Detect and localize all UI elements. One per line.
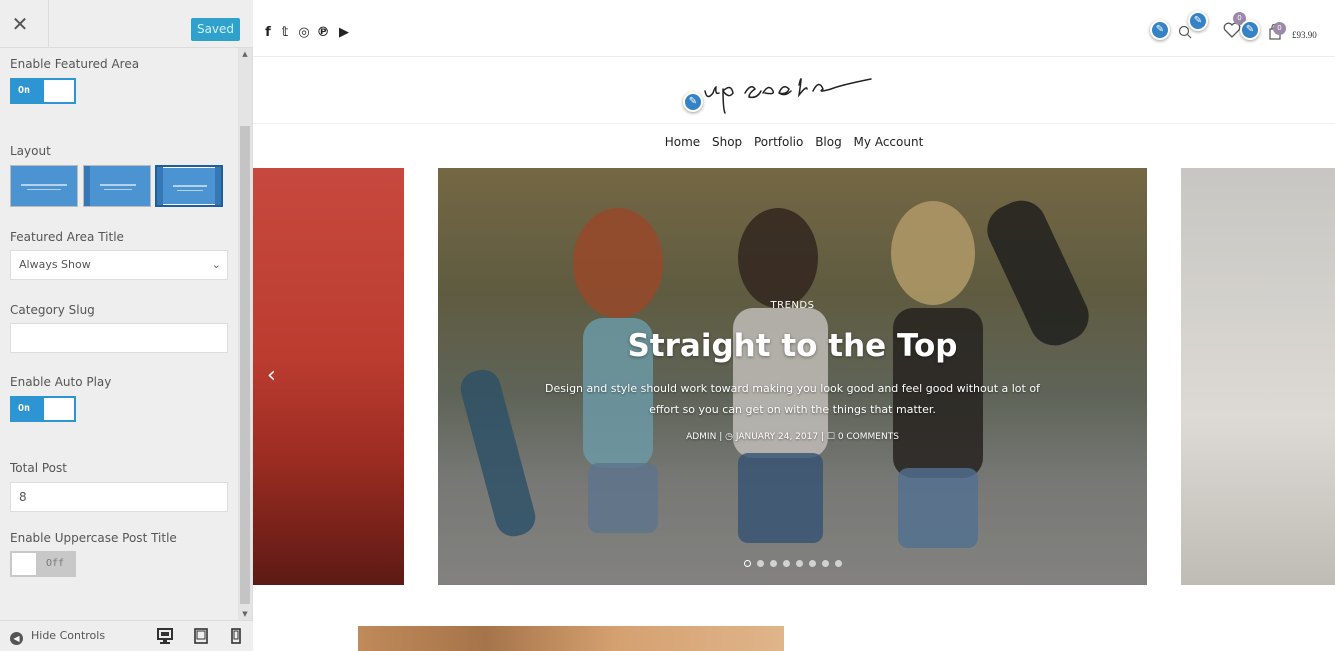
featured-title-label: Featured Area Title: [10, 230, 124, 244]
slider-dot[interactable]: [821, 560, 829, 567]
panel-header: ✕ Saved: [0, 0, 253, 48]
cart-count-badge: 0: [1273, 22, 1286, 35]
main-nav: Home Shop Portfolio Blog My Account: [253, 135, 1335, 149]
featured-area-label: Enable Featured Area: [10, 57, 140, 71]
clock-icon: ◷: [725, 432, 733, 442]
slider-dot[interactable]: [795, 560, 803, 567]
slide-previous-image[interactable]: ‹: [253, 168, 404, 585]
toggle-knob: [12, 553, 36, 575]
layout-preview-line: [21, 184, 67, 186]
toggle-state-label: On: [18, 403, 31, 414]
layout-preview-line: [173, 185, 207, 187]
select-value: Always Show: [19, 258, 91, 271]
layout-preview-line: [104, 189, 132, 190]
pinterest-icon[interactable]: ℗: [316, 26, 330, 40]
layout-preview-line: [27, 189, 61, 190]
layout-option-3[interactable]: [155, 165, 223, 207]
slider-dot[interactable]: [834, 560, 842, 567]
slide-overlay: [438, 168, 1147, 585]
scroll-up-icon[interactable]: ▲: [238, 48, 252, 60]
site-logo[interactable]: upscale: [693, 69, 883, 115]
edit-shortcut-icon[interactable]: ✎: [1150, 20, 1170, 40]
facebook-icon[interactable]: f: [261, 26, 275, 40]
slider-dot[interactable]: [769, 560, 777, 567]
desktop-icon[interactable]: [157, 627, 173, 645]
auto-play-toggle[interactable]: On: [10, 396, 76, 422]
logo-row: ✎ upscale: [253, 57, 1335, 124]
featured-slider: ‹ TRENDS Straight to the Top Design and …: [253, 168, 1335, 585]
layout-preview-side: [157, 167, 163, 205]
scroll-down-icon[interactable]: ▼: [238, 608, 252, 620]
uppercase-title-label: Enable Uppercase Post Title: [10, 531, 177, 545]
layout-preview-side: [215, 167, 221, 205]
chevron-down-icon: ⌄: [211, 258, 221, 271]
nav-portfolio[interactable]: Portfolio: [754, 135, 803, 149]
post-thumbnail[interactable]: [358, 626, 784, 651]
hide-controls-label: Hide Controls: [31, 629, 106, 642]
hide-controls-button[interactable]: ◀ Hide Controls: [10, 629, 105, 645]
category-slug-input[interactable]: [10, 323, 228, 353]
nav-home[interactable]: Home: [665, 135, 700, 149]
slide-meta: ADMIN | ◷ JANUARY 24, 2017 | ☐ 0 COMMENT…: [438, 432, 1147, 442]
nav-my-account[interactable]: My Account: [854, 135, 924, 149]
slide-comments[interactable]: 0 COMMENTS: [838, 432, 899, 442]
slider-dot[interactable]: [756, 560, 764, 567]
total-post-input[interactable]: 8: [10, 482, 228, 512]
layout-option-2[interactable]: [83, 165, 151, 207]
mobile-icon[interactable]: [228, 627, 244, 645]
uppercase-title-toggle[interactable]: Off: [10, 551, 76, 577]
slider-dot[interactable]: [743, 560, 751, 567]
category-slug-label: Category Slug: [10, 303, 95, 317]
slide-author[interactable]: ADMIN: [686, 432, 716, 442]
twitter-icon[interactable]: 𝕥: [278, 26, 292, 40]
top-bar: f 𝕥 ◎ ℗ ▶ ✎ ✎ 0 ✎ 0 £93.90: [253, 0, 1335, 57]
instagram-icon[interactable]: ◎: [297, 26, 311, 40]
site-preview: f 𝕥 ◎ ℗ ▶ ✎ ✎ 0 ✎ 0 £93.90 ✎ upscale Hom…: [253, 0, 1335, 651]
saved-button[interactable]: Saved: [191, 18, 240, 41]
collapse-icon: ◀: [10, 632, 23, 645]
toggle-knob: [44, 80, 74, 102]
chevron-left-icon[interactable]: ‹: [267, 363, 276, 388]
comment-icon: ☐: [826, 432, 835, 442]
panel-scrollbar[interactable]: ▲ ▼: [238, 48, 252, 620]
controls-list[interactable]: Enable Featured Area On Layout Featured …: [0, 48, 238, 620]
auto-play-label: Enable Auto Play: [10, 375, 112, 389]
panel-footer: ◀ Hide Controls: [0, 620, 253, 651]
toggle-knob: [44, 398, 74, 420]
logo-text: upscale: [788, 112, 792, 114]
featured-title-select[interactable]: Always Show ⌄: [10, 250, 228, 280]
layout-preview-side: [84, 166, 90, 206]
slider-dot[interactable]: [808, 560, 816, 567]
cart-total[interactable]: £93.90: [1292, 30, 1317, 40]
slide-description: Design and style should work toward maki…: [545, 382, 1040, 416]
slider-dot[interactable]: [782, 560, 790, 567]
edit-shortcut-icon[interactable]: ✎: [1240, 20, 1260, 40]
toggle-state-label: Off: [46, 558, 65, 569]
slide-current[interactable]: TRENDS Straight to the Top Design and st…: [438, 168, 1147, 585]
featured-area-toggle[interactable]: On: [10, 78, 76, 104]
scroll-thumb[interactable]: [240, 126, 250, 604]
slide-date: JANUARY 24, 2017: [735, 432, 819, 442]
slide-next-image[interactable]: [1181, 168, 1335, 585]
layout-option-1[interactable]: [10, 165, 78, 207]
layout-label: Layout: [10, 144, 51, 158]
tablet-icon[interactable]: [193, 627, 209, 645]
youtube-icon[interactable]: ▶: [337, 26, 351, 40]
total-post-label: Total Post: [10, 461, 67, 475]
edit-shortcut-icon[interactable]: ✎: [1188, 11, 1208, 31]
close-icon[interactable]: ✕: [8, 0, 49, 48]
nav-blog[interactable]: Blog: [815, 135, 842, 149]
slide-category[interactable]: TRENDS: [438, 300, 1147, 311]
layout-preview-line: [100, 184, 136, 186]
slider-dots: [438, 552, 1147, 571]
nav-shop[interactable]: Shop: [712, 135, 742, 149]
toggle-state-label: On: [18, 85, 31, 96]
layout-preview-line: [177, 190, 203, 191]
customizer-panel: ✕ Saved Enable Featured Area On Layout F…: [0, 0, 253, 651]
slide-title[interactable]: Straight to the Top: [438, 328, 1147, 364]
